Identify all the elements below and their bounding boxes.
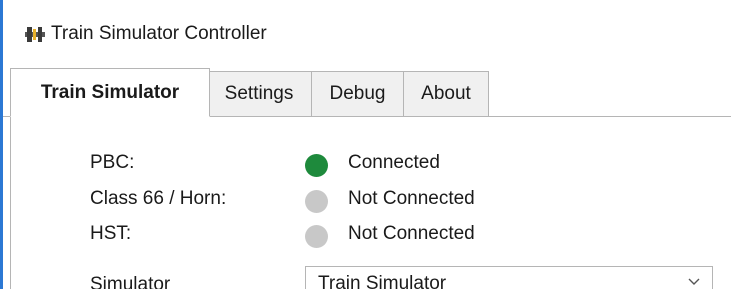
connection-label: PBC: xyxy=(90,152,135,173)
connection-label: Class 66 / Horn: xyxy=(90,188,227,209)
connected-status-icon xyxy=(305,154,328,177)
window-title: Train Simulator Controller xyxy=(51,23,267,44)
tab-debug[interactable]: Debug xyxy=(311,71,404,117)
tab-about[interactable]: About xyxy=(403,71,489,117)
train-controller-icon xyxy=(25,27,45,42)
connection-status-text: Not Connected xyxy=(348,223,475,244)
connection-status-text: Connected xyxy=(348,152,440,173)
not-connected-status-icon xyxy=(305,225,328,248)
chevron-down-icon xyxy=(688,278,700,285)
not-connected-status-icon xyxy=(305,190,328,213)
train-simulator-panel: PBC: Connected Class 66 / Horn: Not Conn… xyxy=(3,117,731,289)
connection-status-text: Not Connected xyxy=(348,188,475,209)
connection-row-class66-horn: Class 66 / Horn: Not Connected xyxy=(3,188,731,218)
tab-train-simulator[interactable]: Train Simulator xyxy=(10,68,210,117)
simulator-label: Simulator xyxy=(90,274,171,289)
title-bar[interactable]: Train Simulator Controller xyxy=(3,0,731,60)
simulator-select-value: Train Simulator xyxy=(318,273,447,289)
connection-label: HST: xyxy=(90,223,132,244)
connection-row-hst: HST: Not Connected xyxy=(3,223,731,253)
tab-strip: Train Simulator Settings Debug About xyxy=(3,68,731,117)
tab-settings[interactable]: Settings xyxy=(206,71,312,117)
connection-row-pbc: PBC: Connected xyxy=(3,152,731,182)
simulator-select[interactable]: Train Simulator xyxy=(305,266,713,289)
